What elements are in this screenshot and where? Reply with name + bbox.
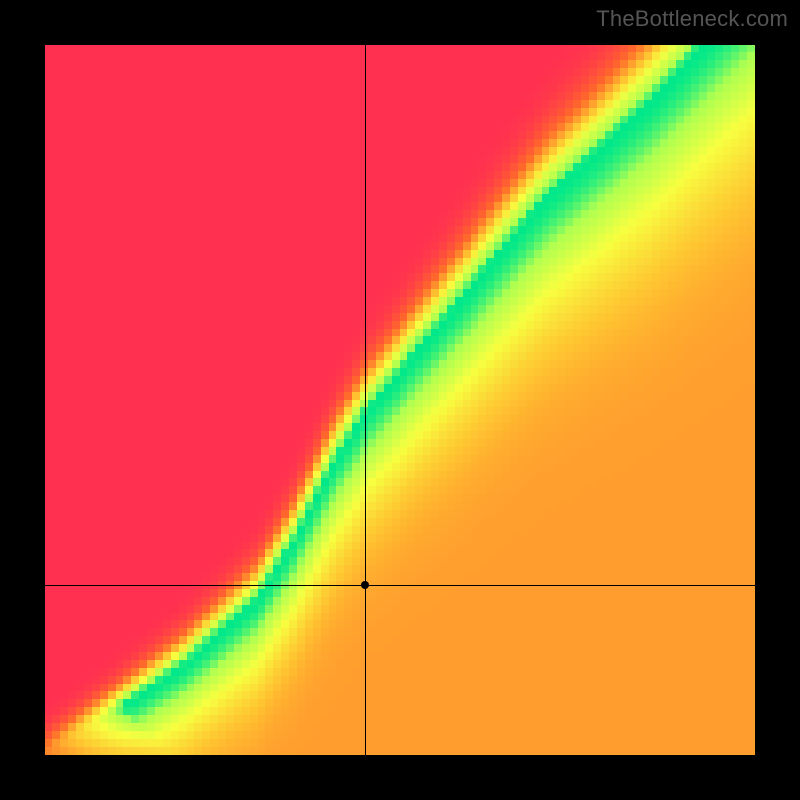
bottleneck-heatmap	[45, 45, 755, 755]
attribution-label: TheBottleneck.com	[596, 6, 788, 32]
chart-frame: TheBottleneck.com	[0, 0, 800, 800]
